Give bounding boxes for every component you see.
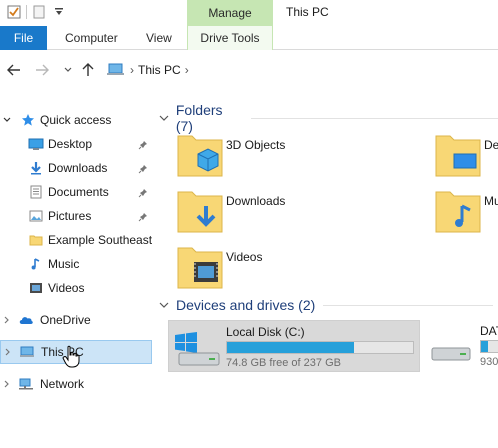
sidebar-item-label: OneDrive bbox=[40, 313, 91, 327]
manage-context-group: Manage bbox=[187, 0, 273, 26]
folder-label: Videos bbox=[226, 250, 263, 264]
pictures-icon bbox=[28, 208, 44, 224]
pin-icon[interactable] bbox=[138, 163, 148, 174]
expand-chevron-icon[interactable] bbox=[3, 347, 13, 357]
sidebar-item-desktop[interactable]: Desktop bbox=[0, 132, 156, 156]
drive-usage-bar bbox=[480, 340, 498, 353]
onedrive-cloud-icon bbox=[18, 312, 34, 328]
toolbar-separator bbox=[26, 5, 27, 19]
music-icon bbox=[28, 256, 44, 272]
folder-tile-desktop[interactable]: Des bbox=[434, 130, 498, 180]
navigation-bar: › This PC › bbox=[0, 50, 498, 90]
downloads-icon bbox=[28, 160, 44, 176]
drive-free-space: 930 bbox=[480, 356, 498, 368]
videos-folder-icon bbox=[176, 242, 224, 292]
hand-cursor-icon bbox=[62, 345, 82, 369]
pin-icon[interactable] bbox=[138, 139, 148, 150]
pin-icon[interactable] bbox=[138, 187, 148, 198]
sidebar-item-label: Music bbox=[48, 257, 80, 271]
ribbon-tabs: File Computer View Drive Tools bbox=[0, 26, 498, 50]
desktop-folder-icon bbox=[434, 130, 482, 180]
sidebar-item-label: Pictures bbox=[48, 209, 92, 223]
desktop-icon bbox=[28, 136, 44, 152]
drive-usage-fill bbox=[227, 342, 355, 353]
folder-icon bbox=[28, 232, 44, 248]
address-bar[interactable]: › This PC › bbox=[104, 58, 498, 82]
sidebar-item-label: Desktop bbox=[48, 137, 93, 151]
drive-name: Local Disk (C:) bbox=[226, 325, 305, 339]
drive-usage-fill bbox=[481, 341, 489, 352]
folder-label: Mu bbox=[484, 194, 498, 208]
sidebar-item-quick-access[interactable]: Quick access bbox=[0, 108, 156, 132]
expand-chevron-icon[interactable] bbox=[2, 315, 12, 325]
windows-drive-icon bbox=[173, 331, 221, 367]
window-title: This PC bbox=[286, 5, 329, 19]
drive-icon bbox=[430, 330, 478, 366]
folder-tile-downloads[interactable]: Downloads bbox=[176, 186, 376, 236]
collapse-chevron-icon[interactable] bbox=[158, 300, 170, 310]
sidebar-item-label: Videos bbox=[48, 281, 85, 295]
pin-icon[interactable] bbox=[138, 211, 148, 222]
tab-drive-tools[interactable]: Drive Tools bbox=[187, 26, 273, 50]
sidebar-item-videos[interactable]: Videos bbox=[0, 276, 156, 300]
star-icon bbox=[20, 112, 36, 128]
folder-label: Downloads bbox=[226, 194, 286, 208]
folder-label: 3D Objects bbox=[226, 138, 286, 152]
group-divider bbox=[323, 304, 494, 306]
collapse-chevron-icon[interactable] bbox=[2, 115, 12, 125]
sidebar-item-label: Example Southeast bbox=[48, 233, 153, 247]
navigation-pane: Quick access Desktop Downloads Documents bbox=[0, 90, 156, 448]
drive-tile-local-disk-c[interactable]: Local Disk (C:) 74.8 GB free of 237 GB bbox=[168, 320, 420, 372]
recent-locations-chevron-icon[interactable] bbox=[60, 62, 76, 78]
quick-access-toolbar bbox=[6, 4, 67, 20]
group-divider bbox=[250, 117, 498, 119]
documents-icon bbox=[28, 184, 44, 200]
folder-tile-music[interactable]: Mu bbox=[434, 186, 498, 236]
folder-tile-videos[interactable]: Videos bbox=[176, 242, 376, 292]
folder-label: Des bbox=[484, 138, 498, 152]
sidebar-item-label: Downloads bbox=[48, 161, 108, 175]
collapse-chevron-icon[interactable] bbox=[158, 113, 170, 123]
drives-group-header[interactable]: Devices and drives (2) bbox=[158, 297, 494, 313]
network-icon bbox=[18, 376, 34, 392]
forward-arrow-icon[interactable] bbox=[34, 62, 50, 78]
content-pane: Folders (7) 3D Objects Des Downloads Mu bbox=[156, 90, 498, 448]
customize-dropdown-icon[interactable] bbox=[51, 4, 67, 20]
sidebar-item-onedrive[interactable]: OneDrive bbox=[0, 308, 156, 332]
sidebar-item-documents[interactable]: Documents bbox=[0, 180, 156, 204]
sidebar-item-downloads[interactable]: Downloads bbox=[0, 156, 156, 180]
downloads-folder-icon bbox=[176, 186, 224, 236]
sidebar-item-example-southeast[interactable]: Example Southeast bbox=[0, 228, 156, 252]
breadcrumb-chevron-icon[interactable]: › bbox=[185, 63, 189, 77]
sidebar-item-pictures[interactable]: Pictures bbox=[0, 204, 156, 228]
back-arrow-icon[interactable] bbox=[6, 62, 22, 78]
drive-tile-data[interactable]: DAT 930 bbox=[426, 320, 498, 372]
3d-objects-folder-icon bbox=[176, 130, 224, 180]
group-title: Devices and drives (2) bbox=[176, 297, 316, 313]
breadcrumb-this-pc[interactable]: This PC bbox=[138, 63, 181, 77]
expand-chevron-icon[interactable] bbox=[2, 379, 12, 389]
this-pc-icon bbox=[106, 62, 126, 78]
sidebar-item-label: Network bbox=[40, 377, 85, 391]
up-arrow-icon[interactable] bbox=[80, 62, 96, 78]
music-folder-icon bbox=[434, 186, 482, 236]
drive-usage-bar bbox=[226, 341, 414, 354]
sidebar-item-label: Quick access bbox=[40, 113, 112, 127]
drive-name: DAT bbox=[480, 324, 498, 338]
tab-computer[interactable]: Computer bbox=[65, 26, 118, 50]
new-folder-icon[interactable] bbox=[31, 4, 47, 20]
drive-free-space: 74.8 GB free of 237 GB bbox=[226, 357, 341, 369]
manage-label: Manage bbox=[208, 6, 252, 20]
tab-file[interactable]: File bbox=[0, 26, 47, 50]
videos-icon bbox=[28, 280, 44, 296]
properties-icon[interactable] bbox=[6, 4, 22, 20]
title-bar: Manage This PC bbox=[0, 0, 498, 26]
sidebar-item-network[interactable]: Network bbox=[0, 372, 156, 396]
breadcrumb-chevron-icon[interactable]: › bbox=[130, 63, 134, 77]
sidebar-item-label: Documents bbox=[48, 185, 109, 199]
this-pc-icon bbox=[19, 344, 35, 360]
tab-view[interactable]: View bbox=[146, 26, 172, 50]
sidebar-item-music[interactable]: Music bbox=[0, 252, 156, 276]
folder-tile-3d-objects[interactable]: 3D Objects bbox=[176, 130, 376, 180]
